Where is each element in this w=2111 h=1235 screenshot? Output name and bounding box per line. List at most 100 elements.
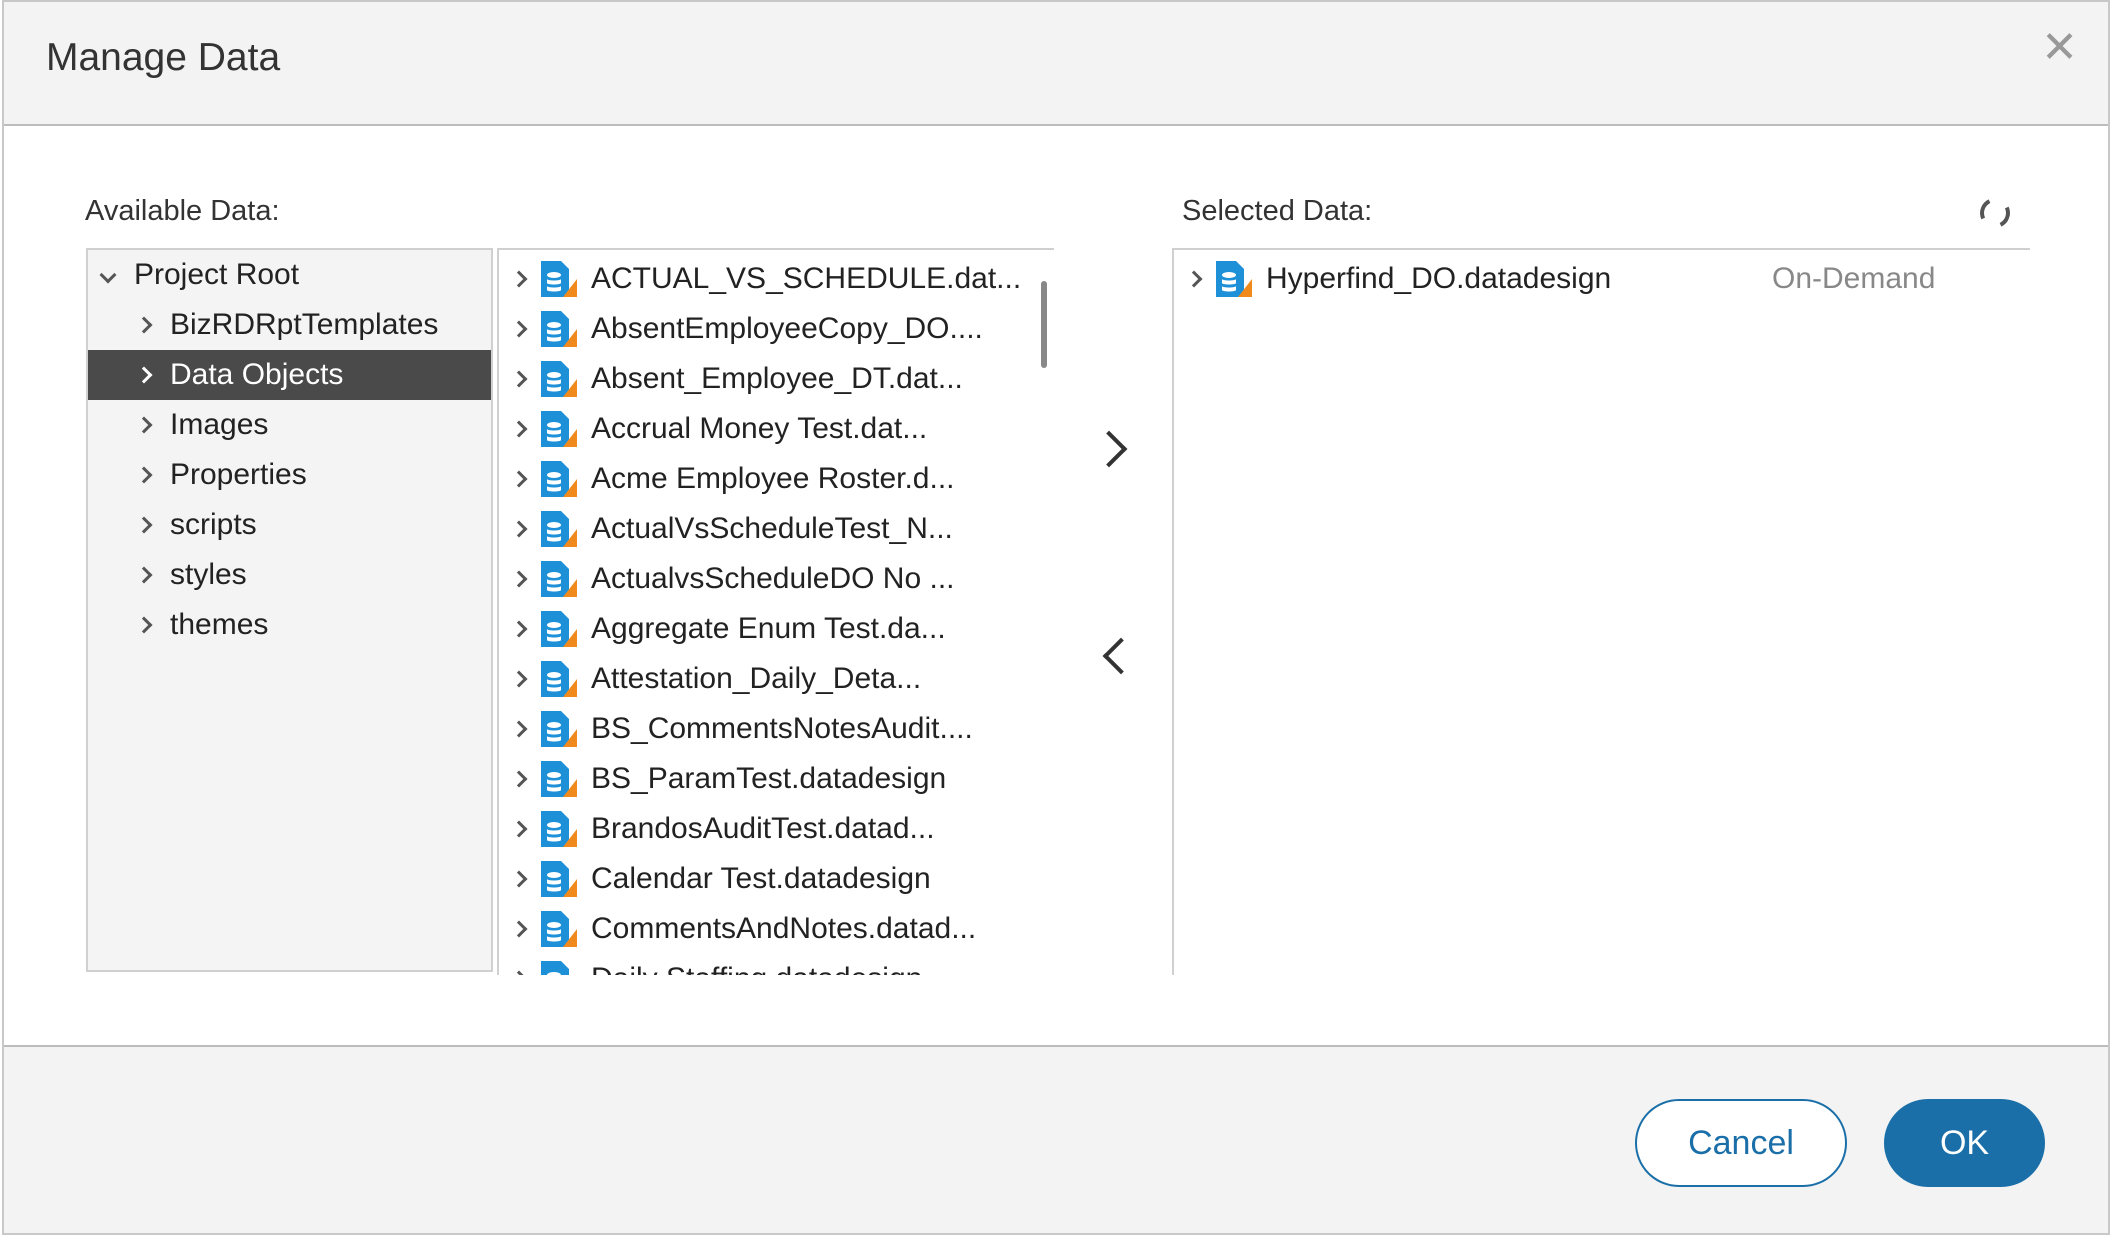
chevron-right-icon[interactable] <box>510 970 528 975</box>
tree-item[interactable]: themes <box>88 600 491 650</box>
data-design-icon <box>541 911 577 947</box>
chevron-right-icon[interactable] <box>510 570 528 588</box>
chevron-right-icon[interactable] <box>510 520 528 538</box>
data-design-icon <box>541 611 577 647</box>
data-design-icon <box>541 811 577 847</box>
selected-data-list: Hyperfind_DO.datadesign On-Demand <box>1172 248 2030 975</box>
chevron-right-icon[interactable] <box>135 416 153 434</box>
tree-item[interactable]: Data Objects <box>88 350 491 400</box>
available-data-label: Available Data: <box>85 195 280 227</box>
tree-item[interactable]: scripts <box>88 500 491 550</box>
chevron-right-icon[interactable] <box>1185 270 1203 288</box>
tree-item[interactable]: Project Root <box>88 250 491 300</box>
data-design-icon <box>541 511 577 547</box>
tree-item-label: BizRDRptTemplates <box>170 308 439 341</box>
data-design-icon <box>541 461 577 497</box>
chevron-right-icon[interactable] <box>510 820 528 838</box>
item-label: Aggregate Enum Test.da... <box>591 612 946 645</box>
add-arrow-button[interactable] <box>1090 430 1128 468</box>
chevron-right-icon[interactable] <box>510 670 528 688</box>
chevron-right-icon[interactable] <box>510 270 528 288</box>
chevron-right-icon[interactable] <box>510 620 528 638</box>
list-item[interactable]: BS_ParamTest.datadesign <box>499 754 1054 804</box>
chevron-right-icon[interactable] <box>135 566 153 584</box>
selected-item[interactable]: Hyperfind_DO.datadesign On-Demand <box>1174 254 2030 304</box>
selected-data-label: Selected Data: <box>1182 195 1373 227</box>
list-item[interactable]: BS_CommentsNotesAudit.... <box>499 704 1054 754</box>
list-scrollbar[interactable] <box>1041 281 1047 368</box>
item-label: Attestation_Daily_Deta... <box>591 662 922 695</box>
dialog-title: Manage Data <box>46 36 281 79</box>
data-design-icon <box>541 761 577 797</box>
list-item[interactable]: ActualVsScheduleTest_N... <box>499 504 1054 554</box>
item-label: ActualvsScheduleDO No ... <box>591 562 955 595</box>
item-label: Daily Staffing.datadesign <box>591 962 922 975</box>
cancel-button[interactable]: Cancel <box>1635 1099 1847 1187</box>
list-item[interactable]: AbsentEmployeeCopy_DO.... <box>499 304 1054 354</box>
list-item[interactable]: Absent_Employee_DT.dat... <box>499 354 1054 404</box>
item-label: BS_CommentsNotesAudit.... <box>591 712 973 745</box>
chevron-down-icon[interactable] <box>99 266 117 284</box>
folder-tree: Project Root BizRDRptTemplates Data Object… <box>86 248 493 972</box>
tree-item-label: styles <box>170 558 247 591</box>
ok-button[interactable]: OK <box>1884 1099 2045 1187</box>
data-design-icon <box>541 711 577 747</box>
list-item[interactable]: Attestation_Daily_Deta... <box>499 654 1054 704</box>
chevron-right-icon[interactable] <box>510 920 528 938</box>
list-item[interactable]: Calendar Test.datadesign <box>499 854 1054 904</box>
chevron-right-icon[interactable] <box>510 420 528 438</box>
chevron-right-icon[interactable] <box>135 616 153 634</box>
manage-data-dialog: Manage Data ✕ Available Data: Selected D… <box>2 0 2110 1235</box>
tree-item-label: scripts <box>170 508 257 541</box>
list-item[interactable]: ACTUAL_VS_SCHEDULE.dat... <box>499 254 1054 304</box>
remove-arrow-button[interactable] <box>1102 637 1140 675</box>
chevron-right-icon[interactable] <box>510 470 528 488</box>
list-item[interactable]: ActualvsScheduleDO No ... <box>499 554 1054 604</box>
dialog-header: Manage Data ✕ <box>4 2 2108 126</box>
item-label: BS_ParamTest.datadesign <box>591 762 947 795</box>
data-design-icon <box>541 361 577 397</box>
chevron-right-icon[interactable] <box>510 370 528 388</box>
data-design-icon <box>541 411 577 447</box>
tree-item[interactable]: styles <box>88 550 491 600</box>
list-item[interactable]: Aggregate Enum Test.da... <box>499 604 1054 654</box>
item-label: ACTUAL_VS_SCHEDULE.dat... <box>591 262 1022 295</box>
chevron-right-icon[interactable] <box>135 466 153 484</box>
data-design-icon <box>541 961 569 975</box>
chevron-right-icon[interactable] <box>510 870 528 888</box>
item-label: AbsentEmployeeCopy_DO.... <box>591 312 983 345</box>
tree-item-label: Data Objects <box>170 358 344 391</box>
tree-item-label: Properties <box>170 458 307 491</box>
status-label: On-Demand <box>1772 262 1936 295</box>
chevron-right-icon[interactable] <box>510 770 528 788</box>
tree-item[interactable]: Properties <box>88 450 491 500</box>
data-design-icon <box>1216 261 1252 297</box>
list-item[interactable]: BrandosAuditTest.datad... <box>499 804 1054 854</box>
available-data-list: ACTUAL_VS_SCHEDULE.dat... AbsentEmployeeC… <box>497 248 1054 975</box>
data-design-icon <box>541 561 577 597</box>
list-item[interactable]: Accrual Money Test.dat... <box>499 404 1054 454</box>
tree-item[interactable]: BizRDRptTemplates <box>88 300 491 350</box>
tree-item-label: themes <box>170 608 269 641</box>
data-design-icon <box>541 661 577 697</box>
data-design-icon <box>541 861 577 897</box>
chevron-right-icon[interactable] <box>135 316 153 334</box>
tree-item[interactable]: Images <box>88 400 491 450</box>
refresh-icon[interactable] <box>1975 193 2015 233</box>
chevron-right-icon[interactable] <box>135 516 153 534</box>
list-item[interactable]: CommentsAndNotes.datad... <box>499 904 1054 954</box>
chevron-right-icon[interactable] <box>510 720 528 738</box>
item-label: ActualVsScheduleTest_N... <box>591 512 953 545</box>
tree-item-label: Images <box>170 408 269 441</box>
list-item[interactable]: Acme Employee Roster.d... <box>499 454 1054 504</box>
item-label: Accrual Money Test.dat... <box>591 412 928 445</box>
chevron-right-icon[interactable] <box>135 366 153 384</box>
data-design-icon <box>541 311 577 347</box>
item-label: Acme Employee Roster.d... <box>591 462 955 495</box>
tree-item-label: Project Root <box>134 258 300 291</box>
close-icon[interactable]: ✕ <box>2041 26 2078 70</box>
item-label: CommentsAndNotes.datad... <box>591 912 977 945</box>
list-item[interactable]: Daily Staffing.datadesign <box>499 954 1054 975</box>
item-label: BrandosAuditTest.datad... <box>591 812 935 845</box>
chevron-right-icon[interactable] <box>510 320 528 338</box>
